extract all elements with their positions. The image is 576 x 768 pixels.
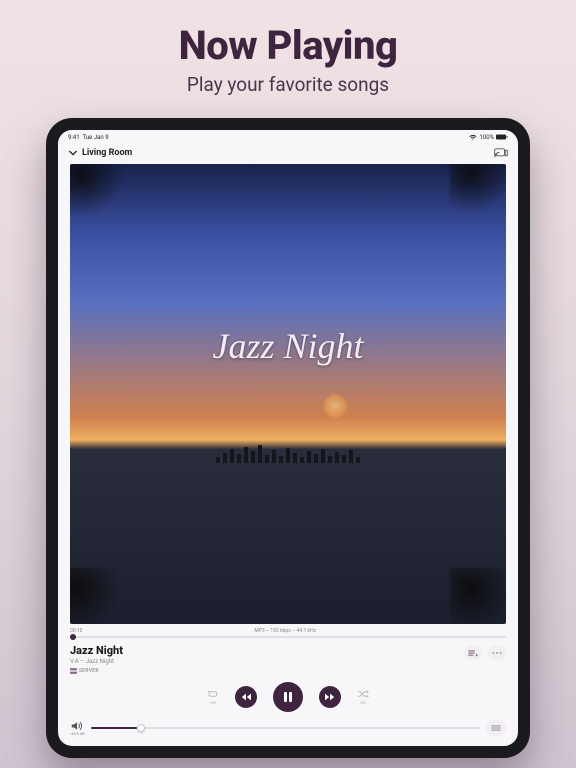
volume-slider[interactable]: [91, 727, 480, 729]
transport-controls: Off Off: [58, 674, 518, 716]
wifi-icon: [469, 134, 477, 140]
cast-icon[interactable]: [494, 148, 508, 158]
prev-button[interactable]: [235, 686, 257, 708]
chevron-down-icon[interactable]: [68, 148, 78, 158]
queue-button[interactable]: [464, 646, 482, 660]
repeat-button[interactable]: Off: [207, 689, 219, 705]
next-button[interactable]: [319, 686, 341, 708]
album-art: Jazz Night: [70, 164, 506, 624]
more-button[interactable]: [488, 646, 506, 660]
status-bar: 9:41 Tue Jan 9 100%: [58, 130, 518, 144]
track-title: Jazz Night: [70, 644, 123, 657]
status-time-date: 9:41 Tue Jan 9: [68, 134, 109, 141]
page-subtitle: Play your favorite songs: [187, 73, 389, 96]
volume-db: -45.0 dB: [70, 731, 85, 736]
screen: 9:41 Tue Jan 9 100% Living Room: [58, 130, 518, 746]
tablet-frame: 9:41 Tue Jan 9 100% Living Room: [46, 118, 530, 758]
album-art-text: Jazz Night: [70, 325, 506, 367]
battery-pct: 100%: [479, 134, 494, 141]
play-pause-button[interactable]: [273, 682, 303, 712]
header-bar: Living Room: [58, 144, 518, 160]
progress-slider[interactable]: [70, 636, 506, 638]
room-name[interactable]: Living Room: [82, 148, 132, 158]
battery-icon: [496, 134, 508, 140]
shuffle-button[interactable]: Off: [357, 689, 369, 705]
output-button[interactable]: [486, 720, 506, 736]
track-artist-album: V.A – Jazz Night: [70, 658, 123, 665]
audio-format: MP3 – 192 kbps – 44.1 kHz: [254, 628, 316, 634]
volume-icon[interactable]: -45.0 dB: [70, 721, 85, 736]
page-title: Now Playing: [179, 22, 398, 69]
